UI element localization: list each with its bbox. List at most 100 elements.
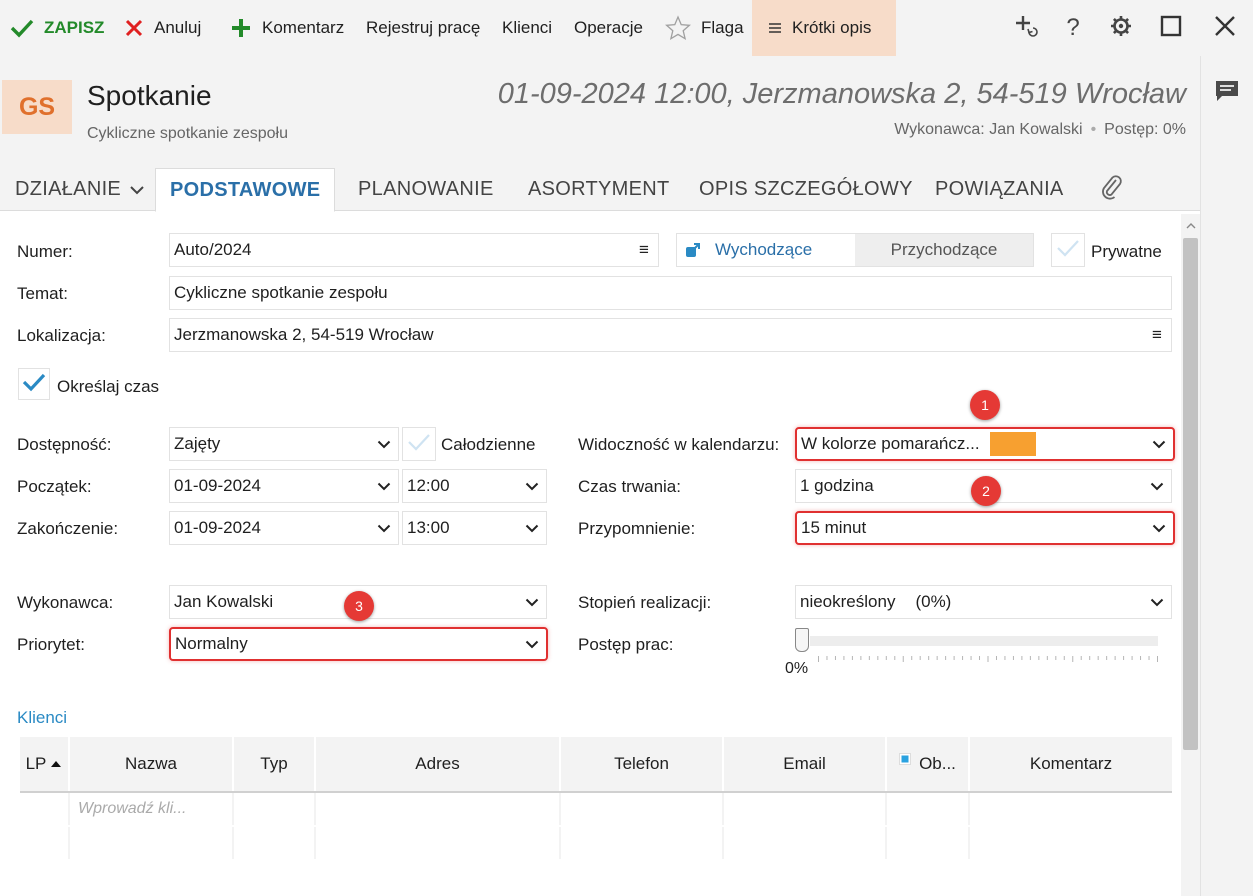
vertical-scrollbar[interactable] <box>1181 214 1200 896</box>
tab-detailed-description[interactable]: OPIS SZCZEGÓŁOWY <box>699 168 913 211</box>
direction-outgoing[interactable]: Wychodzące <box>677 234 855 266</box>
start-date-field[interactable]: 01-09-2024 <box>169 469 399 503</box>
tab-assortment[interactable]: ASORTYMENT <box>528 168 670 211</box>
plus-icon <box>230 17 252 39</box>
record-meta: Wykonawca: Jan Kowalski • Postęp: 0% <box>894 121 1186 139</box>
cancel-button[interactable]: Anuluj <box>124 0 201 56</box>
maximize-button[interactable] <box>1146 0 1196 56</box>
priority-value: Normalny <box>175 634 248 653</box>
number-field[interactable]: Auto/2024 ≡ <box>169 233 659 267</box>
column-ob[interactable]: Ob... <box>887 737 970 791</box>
chevron-down-icon <box>518 524 546 533</box>
chevron-down-icon <box>370 482 398 491</box>
menu-icon[interactable]: ≡ <box>630 240 658 260</box>
calendar-visibility-select[interactable]: W kolorze pomarańcz... <box>795 427 1175 461</box>
table-cell[interactable] <box>887 827 970 859</box>
work-progress-slider-track[interactable] <box>810 636 1158 646</box>
private-checkbox[interactable] <box>1051 233 1085 267</box>
all-day-checkbox[interactable] <box>402 427 436 461</box>
chevron-down-icon <box>129 185 145 195</box>
table-cell[interactable] <box>316 827 561 859</box>
start-date-value: 01-09-2024 <box>174 476 261 495</box>
table-cell[interactable] <box>561 827 724 859</box>
annotation-marker-2: 2 <box>971 476 1001 506</box>
maximize-icon <box>1160 15 1182 42</box>
table-cell[interactable] <box>70 827 234 859</box>
table-cell[interactable] <box>234 793 316 825</box>
table-cell[interactable] <box>887 793 970 825</box>
close-window-button[interactable] <box>1200 0 1250 56</box>
tab-basic[interactable]: PODSTAWOWE <box>155 168 336 212</box>
column-address[interactable]: Adres <box>316 737 561 791</box>
square-checkbox-icon <box>899 753 912 765</box>
table-cell[interactable] <box>20 827 70 859</box>
column-phone[interactable]: Telefon <box>561 737 724 791</box>
annotation-marker-1: 1 <box>970 390 1000 420</box>
specify-time-checkbox[interactable] <box>18 368 50 400</box>
chevron-down-icon <box>518 598 546 607</box>
column-lp[interactable]: LP <box>20 737 70 791</box>
register-work-button[interactable]: Rejestruj pracę <box>366 0 480 56</box>
tab-action[interactable]: DZIAŁANIE <box>15 168 145 211</box>
clients-section-title: Klienci <box>17 708 68 727</box>
tab-planning[interactable]: PLANOWANIE <box>358 168 494 211</box>
location-value: Jerzmanowska 2, 54-519 Wrocław <box>174 325 434 344</box>
executor-label: Wykonawca: <box>17 593 114 612</box>
table-cell[interactable] <box>724 793 887 825</box>
settings-button[interactable] <box>1096 0 1146 56</box>
operations-button[interactable]: Operacje <box>574 0 643 56</box>
end-date-field[interactable]: 01-09-2024 <box>169 511 399 545</box>
new-client-placeholder: Wprowadź kli... <box>78 800 187 817</box>
new-client-input[interactable]: Wprowadź kli... <box>70 793 234 825</box>
checkmark-icon <box>10 18 34 38</box>
direction-incoming[interactable]: Przychodzące <box>855 234 1033 266</box>
end-time-field[interactable]: 13:00 <box>402 511 547 545</box>
chevron-down-icon <box>370 440 398 449</box>
topic-field[interactable]: Cykliczne spotkanie zespołu <box>169 276 1172 310</box>
tab-relations[interactable]: POWIĄZANIA <box>935 168 1064 211</box>
number-value: Auto/2024 <box>174 240 252 259</box>
short-description-button[interactable]: Krótki opis <box>752 0 896 56</box>
scroll-up-icon[interactable] <box>1181 218 1200 232</box>
table-row-new: Wprowadź kli... <box>20 793 1172 827</box>
table-cell[interactable] <box>724 827 887 859</box>
chevron-down-icon <box>518 640 546 649</box>
table-cell[interactable] <box>561 793 724 825</box>
column-name-label: Nazwa <box>125 754 177 773</box>
tab-detailed-description-label: OPIS SZCZEGÓŁOWY <box>699 178 913 200</box>
table-cell[interactable] <box>970 827 1172 859</box>
save-label: ZAPISZ <box>44 18 105 37</box>
location-field[interactable]: Jerzmanowska 2, 54-519 Wrocław ≡ <box>169 318 1172 352</box>
add-related-button[interactable] <box>1002 0 1052 56</box>
direction-toggle: Wychodzące Przychodzące <box>676 233 1034 267</box>
table-cell[interactable] <box>234 827 316 859</box>
light-check-icon <box>1056 238 1080 263</box>
clients-button[interactable]: Klienci <box>502 0 552 56</box>
column-name[interactable]: Nazwa <box>70 737 234 791</box>
table-cell[interactable] <box>20 793 70 825</box>
comment-button[interactable]: Komentarz <box>230 0 344 56</box>
priority-select[interactable]: Normalny <box>169 627 548 661</box>
tab-attachments[interactable] <box>1100 168 1124 211</box>
table-cell[interactable] <box>970 793 1172 825</box>
reminder-select[interactable]: 15 minut <box>795 511 1175 545</box>
topic-value: Cykliczne spotkanie zespołu <box>174 283 388 302</box>
column-email[interactable]: Email <box>724 737 887 791</box>
flag-button[interactable]: Flaga <box>665 0 744 56</box>
menu-icon[interactable]: ≡ <box>1143 325 1171 345</box>
column-comment[interactable]: Komentarz <box>970 737 1172 791</box>
calendar-visibility-value: W kolorze pomarańcz... <box>801 434 980 453</box>
table-cell[interactable] <box>316 793 561 825</box>
availability-select[interactable]: Zajęty <box>169 427 399 461</box>
column-ob-label: Ob... <box>919 754 956 773</box>
help-button[interactable]: ? <box>1048 0 1098 56</box>
direction-incoming-label: Przychodzące <box>890 240 998 259</box>
start-time-field[interactable]: 12:00 <box>402 469 547 503</box>
reminder-value: 15 minut <box>801 518 867 537</box>
column-type[interactable]: Typ <box>234 737 316 791</box>
scrollbar-thumb[interactable] <box>1183 238 1198 750</box>
work-progress-slider-thumb[interactable] <box>795 628 809 652</box>
completion-select[interactable]: nieokreślony (0%) <box>795 585 1172 619</box>
comments-panel-button[interactable] <box>1211 78 1243 108</box>
save-button[interactable]: ZAPISZ <box>10 0 104 56</box>
